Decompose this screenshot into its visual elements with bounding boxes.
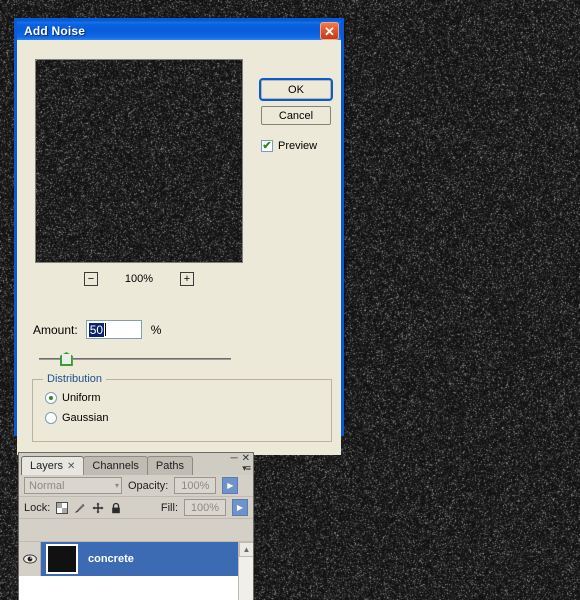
layer-name: concrete — [88, 553, 134, 565]
radio-gaussian-indicator[interactable] — [45, 412, 57, 424]
chevron-down-icon: ▾ — [115, 481, 119, 490]
scroll-up-button[interactable]: ▲ — [239, 542, 253, 557]
text-caret — [105, 323, 106, 336]
fill-label: Fill: — [161, 502, 178, 514]
panel-tabs: Layers ✕ Channels Paths — [21, 456, 192, 475]
minimize-icon[interactable]: ─ — [231, 453, 238, 464]
preview-label: Preview — [278, 140, 317, 152]
dialog-titlebar[interactable]: Add Noise ✕ — [14, 18, 344, 40]
opacity-label: Opacity: — [128, 480, 168, 492]
layers-panel: Layers ✕ Channels Paths ─ ✕ ▾≡ Normal ▾ … — [18, 452, 254, 600]
fill-value[interactable]: 100% — [184, 499, 226, 516]
tab-layers-label: Layers — [30, 460, 63, 472]
slider-thumb[interactable] — [60, 352, 73, 366]
blend-mode-select[interactable]: Normal ▾ — [24, 477, 122, 494]
paint-lock-icon[interactable] — [74, 502, 86, 514]
cancel-button[interactable]: Cancel — [261, 106, 331, 125]
tab-paths[interactable]: Paths — [147, 456, 193, 475]
layer-thumbnail[interactable] — [46, 544, 78, 574]
radio-uniform[interactable]: Uniform — [45, 392, 101, 404]
amount-unit-label: % — [151, 323, 162, 337]
tab-channels[interactable]: Channels — [83, 456, 147, 475]
move-lock-icon[interactable] — [92, 502, 104, 514]
blend-opacity-row: Normal ▾ Opacity: 100% ▶ — [19, 475, 253, 497]
zoom-out-button[interactable]: − — [84, 272, 98, 286]
list-item[interactable]: concrete — [19, 542, 238, 576]
panel-menu-icon[interactable]: ▾≡ — [242, 463, 250, 474]
tab-channels-label: Channels — [92, 460, 138, 472]
amount-slider[interactable] — [39, 350, 231, 366]
radio-gaussian[interactable]: Gaussian — [45, 412, 108, 424]
dialog-title: Add Noise — [24, 24, 85, 38]
lock-fill-row: Lock: Fill: 100% ▶ — [19, 497, 253, 519]
layer-list-scrollbar[interactable]: ▲ — [238, 542, 253, 600]
distribution-group: Distribution Uniform Gaussian — [32, 379, 332, 442]
zoom-in-button[interactable]: + — [180, 272, 194, 286]
tab-close-icon[interactable]: ✕ — [67, 461, 75, 472]
amount-value: 50 — [89, 323, 104, 337]
ok-button[interactable]: OK — [261, 80, 331, 99]
preview-check-indicator[interactable]: ✔ — [261, 140, 273, 152]
preview-checkbox[interactable]: ✔ Preview — [261, 140, 317, 152]
layer-visibility-toggle[interactable] — [19, 542, 41, 576]
transparency-lock-icon[interactable] — [56, 502, 68, 514]
noise-preview[interactable] — [35, 59, 243, 263]
checkmark-icon: ✔ — [262, 141, 271, 152]
layer-list: concrete ▲ — [19, 541, 253, 600]
opacity-value[interactable]: 100% — [174, 477, 216, 494]
opacity-arrow-icon[interactable]: ▶ — [222, 477, 238, 494]
tab-paths-label: Paths — [156, 460, 184, 472]
amount-input[interactable]: 50 — [86, 320, 142, 339]
radio-gaussian-label: Gaussian — [62, 412, 108, 424]
fill-arrow-icon[interactable]: ▶ — [232, 499, 248, 516]
eye-icon — [23, 554, 37, 564]
tab-layers[interactable]: Layers ✕ — [21, 456, 84, 475]
lock-icons — [56, 502, 122, 514]
dialog-body: − 100% + Amount: 50 % Distribution Unifo… — [17, 40, 341, 455]
close-icon[interactable]: ✕ — [320, 22, 339, 40]
distribution-legend: Distribution — [43, 373, 106, 385]
add-noise-dialog: Add Noise ✕ − 100% + Amount: 50 % Distri… — [14, 18, 344, 436]
blend-mode-value: Normal — [29, 480, 64, 492]
radio-uniform-indicator[interactable] — [45, 392, 57, 404]
panel-tab-bar: Layers ✕ Channels Paths ─ ✕ ▾≡ — [19, 453, 253, 475]
radio-uniform-label: Uniform — [62, 392, 101, 404]
zoom-level-label: 100% — [122, 273, 156, 285]
preview-zoom-controls: − 100% + — [35, 271, 243, 287]
amount-row: Amount: 50 % — [33, 320, 161, 339]
amount-label: Amount: — [33, 323, 78, 337]
all-lock-icon[interactable] — [110, 502, 122, 514]
lock-label: Lock: — [24, 502, 50, 514]
